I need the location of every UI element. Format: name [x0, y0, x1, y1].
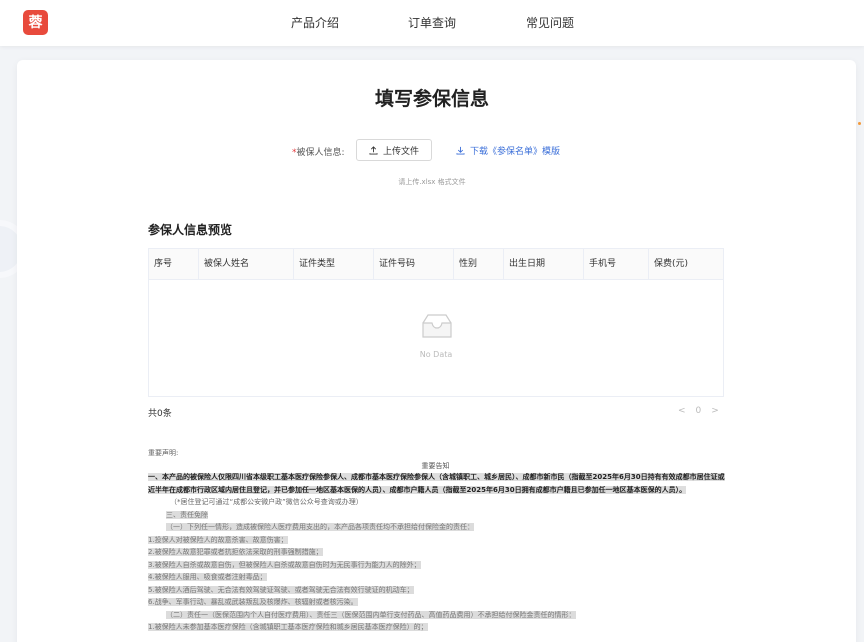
page-title: 填写参保信息 — [374, 88, 489, 110]
declaration-label: 重要声明: — [148, 449, 179, 457]
download-template-link[interactable]: 下载《参保名单》模版 — [456, 144, 560, 157]
upload-file-button[interactable]: 上传文件 — [356, 139, 432, 161]
column-header-birth-date: 出生日期 — [504, 249, 584, 280]
edge-dot — [858, 122, 861, 125]
nav-faq[interactable]: 常见问题 — [526, 0, 574, 46]
column-header-index: 序号 — [149, 249, 199, 280]
insured-info-text: 被保人信息: — [296, 148, 345, 158]
column-header-id-type: 证件类型 — [294, 249, 374, 280]
notice-body: 一、本产品的被保险人仅限四川省本级职工基本医疗保险参保人、成都市基本医疗保险参保… — [148, 471, 726, 634]
notice-last-line: 1.被保险人未参加基本医疗保险（含城镇职工基本医疗保险和城乡居民基本医疗保险）的… — [148, 623, 428, 631]
upload-button-label: 上传文件 — [382, 146, 419, 157]
pagination: < 0 > — [678, 406, 719, 416]
empty-box-icon — [422, 314, 452, 338]
notice-item: 6.战争、军事行动、暴乱或武装叛乱及核爆炸、核辐射或者核污染。 — [148, 598, 358, 606]
page-number[interactable]: 0 — [696, 406, 702, 416]
notice-sub-line-2: （二）责任一（医保范围内个人自付医疗费用）、责任三（医保范围内单行支付药品、高值… — [166, 610, 576, 619]
insured-preview-table: 序号 被保人姓名 证件类型 证件号码 性别 出生日期 手机号 保费(元) No … — [148, 248, 724, 397]
notice-eligibility-paragraph: 一、本产品的被保险人仅限四川省本级职工基本医疗保险参保人、成都市基本医疗保险参保… — [148, 473, 725, 494]
notice-title: 重要告知 — [421, 462, 450, 470]
table-header: 序号 被保人姓名 证件类型 证件号码 性别 出生日期 手机号 保费(元) — [149, 249, 723, 280]
notice-sub-line-1: （一）下列任一情形，造成被保险人医疗费用支出的，本产品各项责任均不承担给付保险金… — [166, 523, 474, 531]
download-icon — [456, 146, 465, 155]
notice-item: 4.被保险人服用、吸食或者注射毒品； — [148, 573, 267, 581]
column-header-premium: 保费(元) — [654, 259, 689, 269]
notice-item: 1.投保人对被保险人的故意杀害、故意伤害； — [148, 535, 288, 544]
logo-glyph: 蓉 — [28, 14, 43, 31]
notice-item: 5.被保险人酒后驾驶、无合法有效驾驶证驾驶、或者驾驶无合法有效行驶证的机动车； — [148, 585, 414, 594]
total-count: 共0条 — [148, 409, 172, 419]
upload-icon — [369, 145, 378, 155]
download-link-label: 下载《参保名单》模版 — [470, 147, 561, 157]
notice-note-line: （*居住登记可通过“成都公安微户政”微信公众号查询或办理） — [170, 498, 363, 506]
top-navbar: 蓉 产品介绍 订单查询 常见问题 — [0, 0, 864, 46]
insured-info-label: *被保人信息: — [292, 145, 345, 158]
nav-order-query[interactable]: 订单查询 — [408, 0, 456, 46]
empty-state-text: No Data — [419, 350, 453, 359]
column-header-phone: 手机号 — [584, 249, 649, 280]
column-header-gender: 性别 — [454, 249, 504, 280]
app-logo[interactable]: 蓉 — [23, 10, 48, 35]
notice-item: 3.被保险人自杀或故意自伤，但被保险人自杀或故意自伤时为无民事行为能力人的除外； — [148, 560, 421, 569]
column-header-id-number: 证件号码 — [374, 249, 454, 280]
column-header-name: 被保人姓名 — [199, 249, 294, 280]
preview-section-title: 参保人信息预览 — [148, 223, 233, 237]
next-page-button[interactable]: > — [711, 406, 719, 416]
nav-product-intro[interactable]: 产品介绍 — [291, 0, 339, 46]
notice-item: 2.被保险人故意犯罪或者抗拒依法采取的刑事强制措施； — [148, 548, 323, 556]
upload-hint: 请上传.xlsx 格式文件 — [398, 178, 466, 186]
prev-page-button[interactable]: < — [678, 406, 686, 416]
notice-section-line: 三、责任免除 — [166, 510, 208, 519]
